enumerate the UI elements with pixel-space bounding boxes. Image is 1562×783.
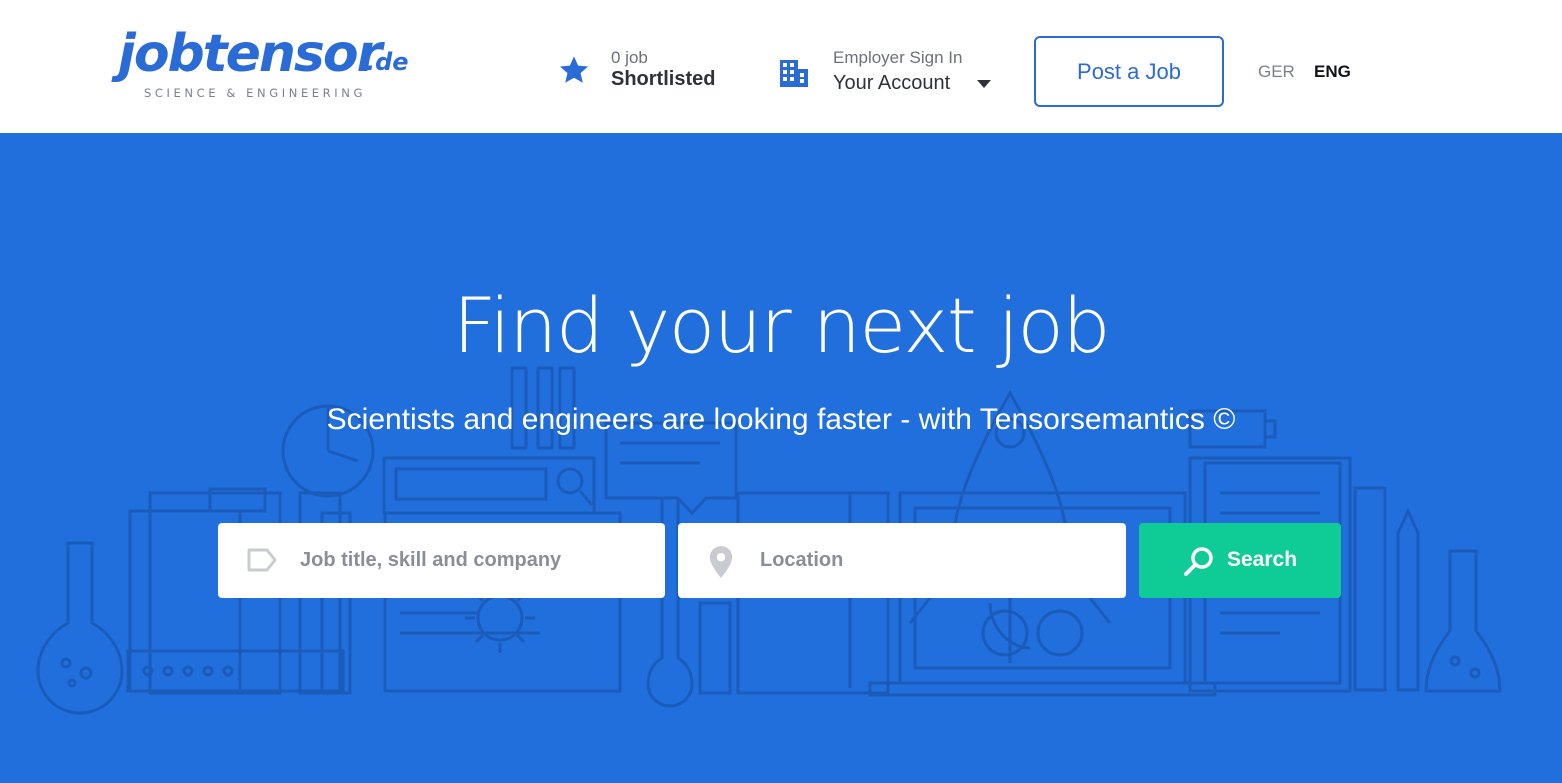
location-pin-icon	[709, 546, 733, 578]
science-illustration-background	[36, 366, 1502, 715]
logo-tagline: SCIENCE & ENGINEERING	[144, 86, 366, 100]
star-icon	[560, 56, 588, 83]
hero-section: Find your next job Scientists and engine…	[0, 133, 1562, 783]
site-header: jobtensor .de SCIENCE & ENGINEERING 0 jo…	[0, 0, 1562, 133]
job-search-field[interactable]	[218, 523, 665, 598]
employer-signin-label: Employer Sign In	[833, 48, 963, 67]
hero-subtitle: Scientists and engineers are looking fas…	[326, 403, 1236, 436]
shortlist-count: 0 job	[611, 48, 648, 67]
language-ger[interactable]: GER	[1258, 62, 1295, 82]
shortlist-link[interactable]: 0 job Shortlisted	[558, 44, 728, 100]
language-eng[interactable]: ENG	[1314, 62, 1351, 82]
tag-icon	[247, 548, 277, 572]
location-search-field[interactable]	[678, 523, 1126, 598]
building-icon	[780, 60, 808, 87]
shortlist-label: Shortlisted	[611, 68, 716, 90]
hero-title: Find your next job	[452, 281, 1111, 370]
site-logo[interactable]: jobtensor .de SCIENCE & ENGINEERING	[118, 22, 409, 102]
search-button-label: Search	[1227, 548, 1298, 571]
chevron-down-icon	[977, 80, 991, 88]
search-icon	[1184, 547, 1213, 576]
logo-tld: .de	[366, 48, 409, 76]
employer-account-label: Your Account	[833, 72, 951, 94]
location-input[interactable]	[760, 523, 1100, 598]
post-job-button[interactable]: Post a Job	[1034, 36, 1224, 107]
logo-wordmark: jobtensor	[118, 24, 382, 84]
search-button[interactable]: Search	[1139, 523, 1341, 598]
employer-account-menu[interactable]: Employer Sign In Your Account	[778, 44, 1008, 100]
job-search-input[interactable]	[300, 523, 640, 598]
